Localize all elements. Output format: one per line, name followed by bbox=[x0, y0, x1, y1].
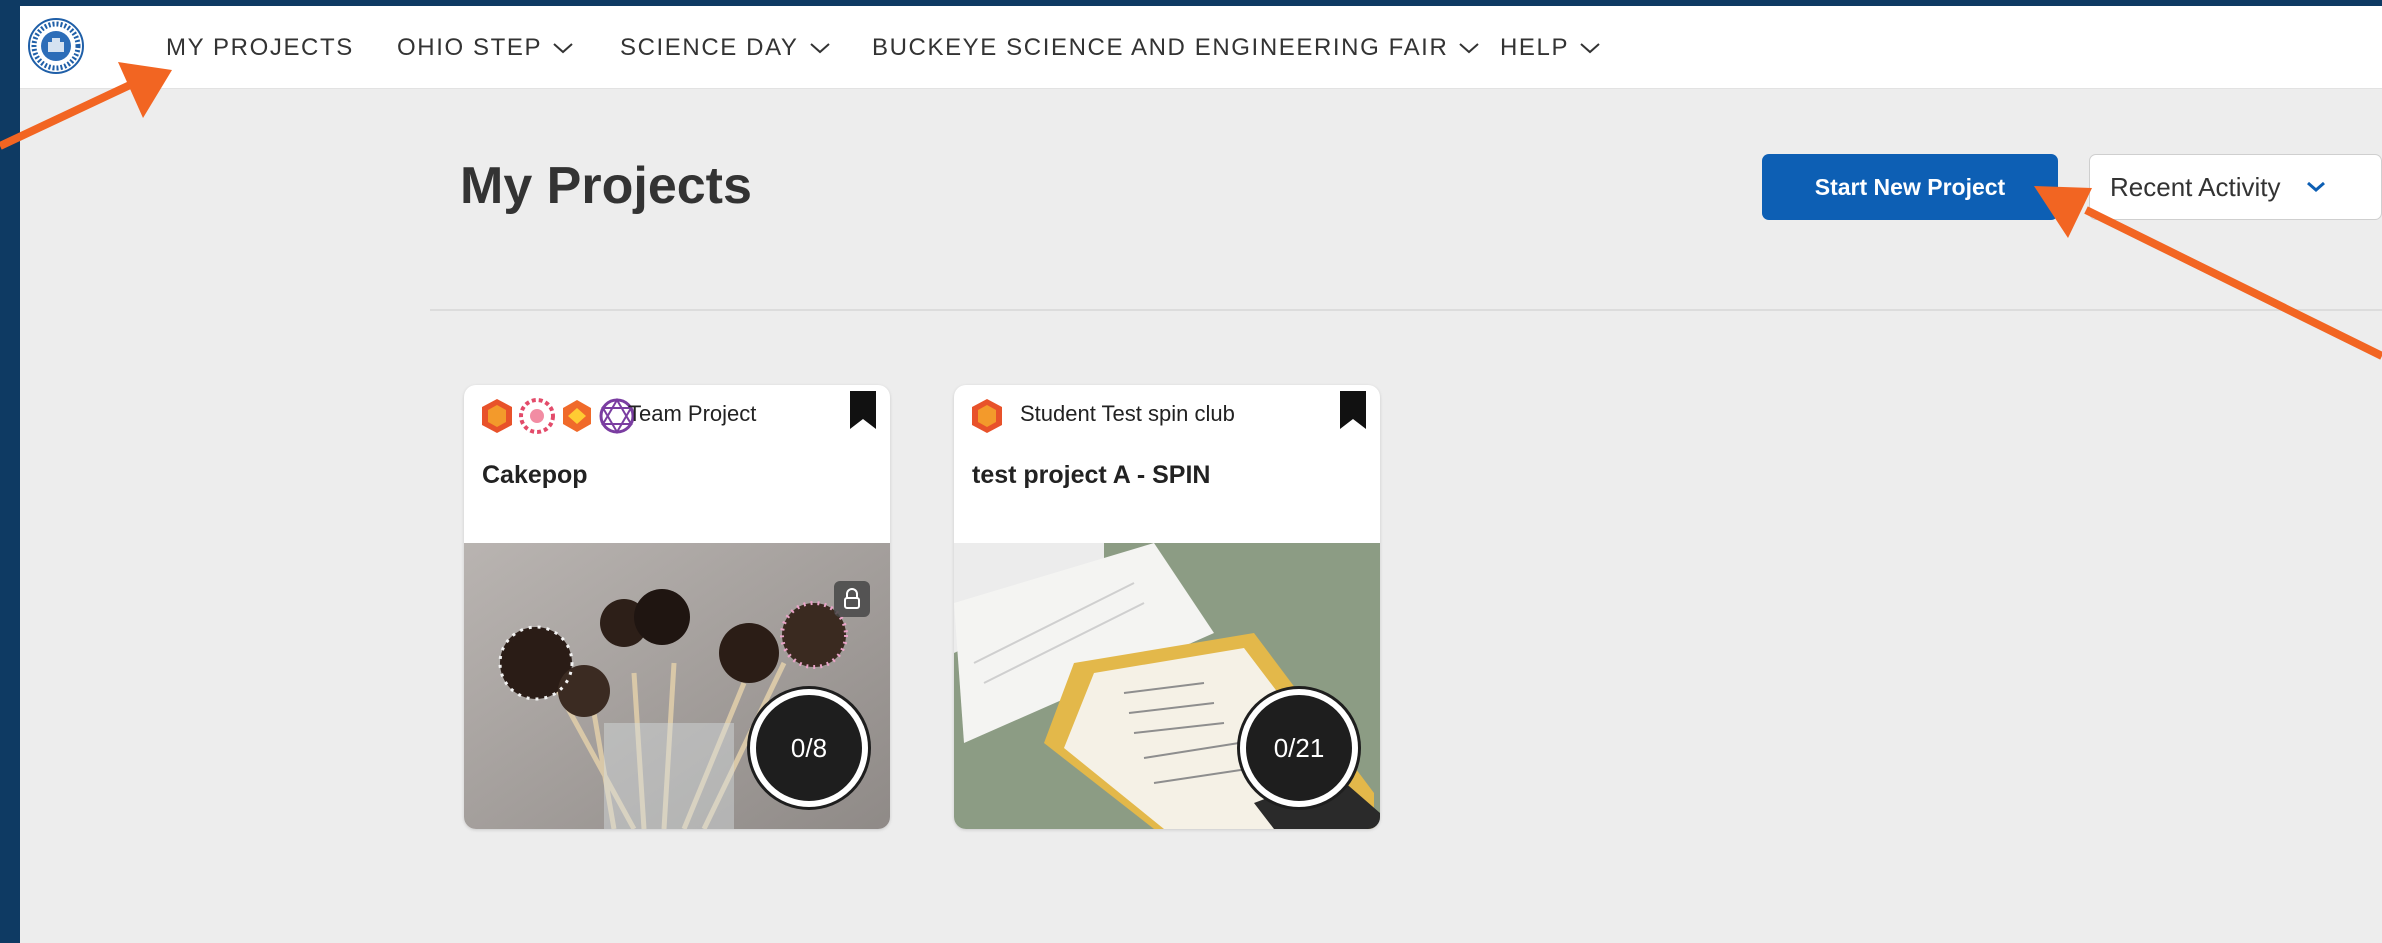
sort-dropdown-value: Recent Activity bbox=[2110, 171, 2281, 202]
lock-icon bbox=[834, 581, 870, 617]
club-badge-icon bbox=[972, 399, 1002, 433]
project-card[interactable]: Student Test spin club test project A - … bbox=[954, 385, 1380, 829]
project-photo: 0/8 bbox=[464, 543, 890, 829]
bookmark-icon[interactable] bbox=[1338, 389, 1368, 431]
club-badge-icon bbox=[563, 400, 591, 432]
task-progress: 0/21 bbox=[1240, 689, 1358, 807]
project-type: Team Project bbox=[628, 401, 757, 426]
project-title: test project A - SPIN bbox=[972, 461, 1211, 489]
chevron-down-icon bbox=[2306, 181, 2325, 192]
start-new-project-button[interactable]: Start New Project bbox=[1762, 154, 2058, 220]
app-window: MY PROJECTS OHIO STEP SCIENCE DAY BUCKEY… bbox=[20, 6, 2382, 943]
chevron-down-icon bbox=[809, 43, 830, 54]
nav-my-projects-label: MY PROJECTS bbox=[166, 34, 354, 61]
chevron-down-icon bbox=[1459, 43, 1480, 54]
nav-buckeye-fair[interactable]: BUCKEYE SCIENCE AND ENGINEERING FAIR bbox=[872, 34, 1480, 62]
sort-dropdown[interactable]: Recent Activity bbox=[2089, 154, 2382, 220]
project-card[interactable]: Team Project Cakepop 0/8 bbox=[464, 385, 890, 829]
project-card-header: Student Test spin club test project A - … bbox=[954, 385, 1380, 543]
club-badges bbox=[968, 397, 1006, 435]
header-divider bbox=[430, 309, 2382, 311]
page-title: My Projects bbox=[460, 157, 752, 215]
project-photo: 0/21 bbox=[954, 543, 1380, 829]
nav-ohio-step[interactable]: OHIO STEP bbox=[397, 34, 574, 62]
task-progress: 0/8 bbox=[750, 689, 868, 807]
nav-my-projects[interactable]: MY PROJECTS bbox=[166, 34, 354, 62]
nav-help[interactable]: HELP bbox=[1500, 34, 1601, 62]
logo-icon[interactable] bbox=[28, 18, 84, 74]
chevron-down-icon bbox=[1580, 43, 1600, 54]
nav-help-label: HELP bbox=[1500, 34, 1570, 61]
club-badge-icon bbox=[519, 398, 555, 434]
bookmark-icon[interactable] bbox=[848, 389, 878, 431]
nav-science-day[interactable]: SCIENCE DAY bbox=[620, 34, 831, 62]
chevron-down-icon bbox=[553, 43, 573, 54]
nav-science-day-label: SCIENCE DAY bbox=[620, 34, 799, 61]
project-card-header: Team Project Cakepop bbox=[464, 385, 890, 543]
club-badge-icon bbox=[482, 399, 512, 433]
team-badges bbox=[478, 397, 636, 435]
nav-buckeye-fair-label: BUCKEYE SCIENCE AND ENGINEERING FAIR bbox=[872, 34, 1449, 61]
top-navigation: MY PROJECTS OHIO STEP SCIENCE DAY BUCKEY… bbox=[20, 6, 2382, 89]
nav-ohio-step-label: OHIO STEP bbox=[397, 34, 543, 61]
project-type: Student Test spin club bbox=[1020, 401, 1235, 426]
project-title: Cakepop bbox=[482, 461, 588, 489]
